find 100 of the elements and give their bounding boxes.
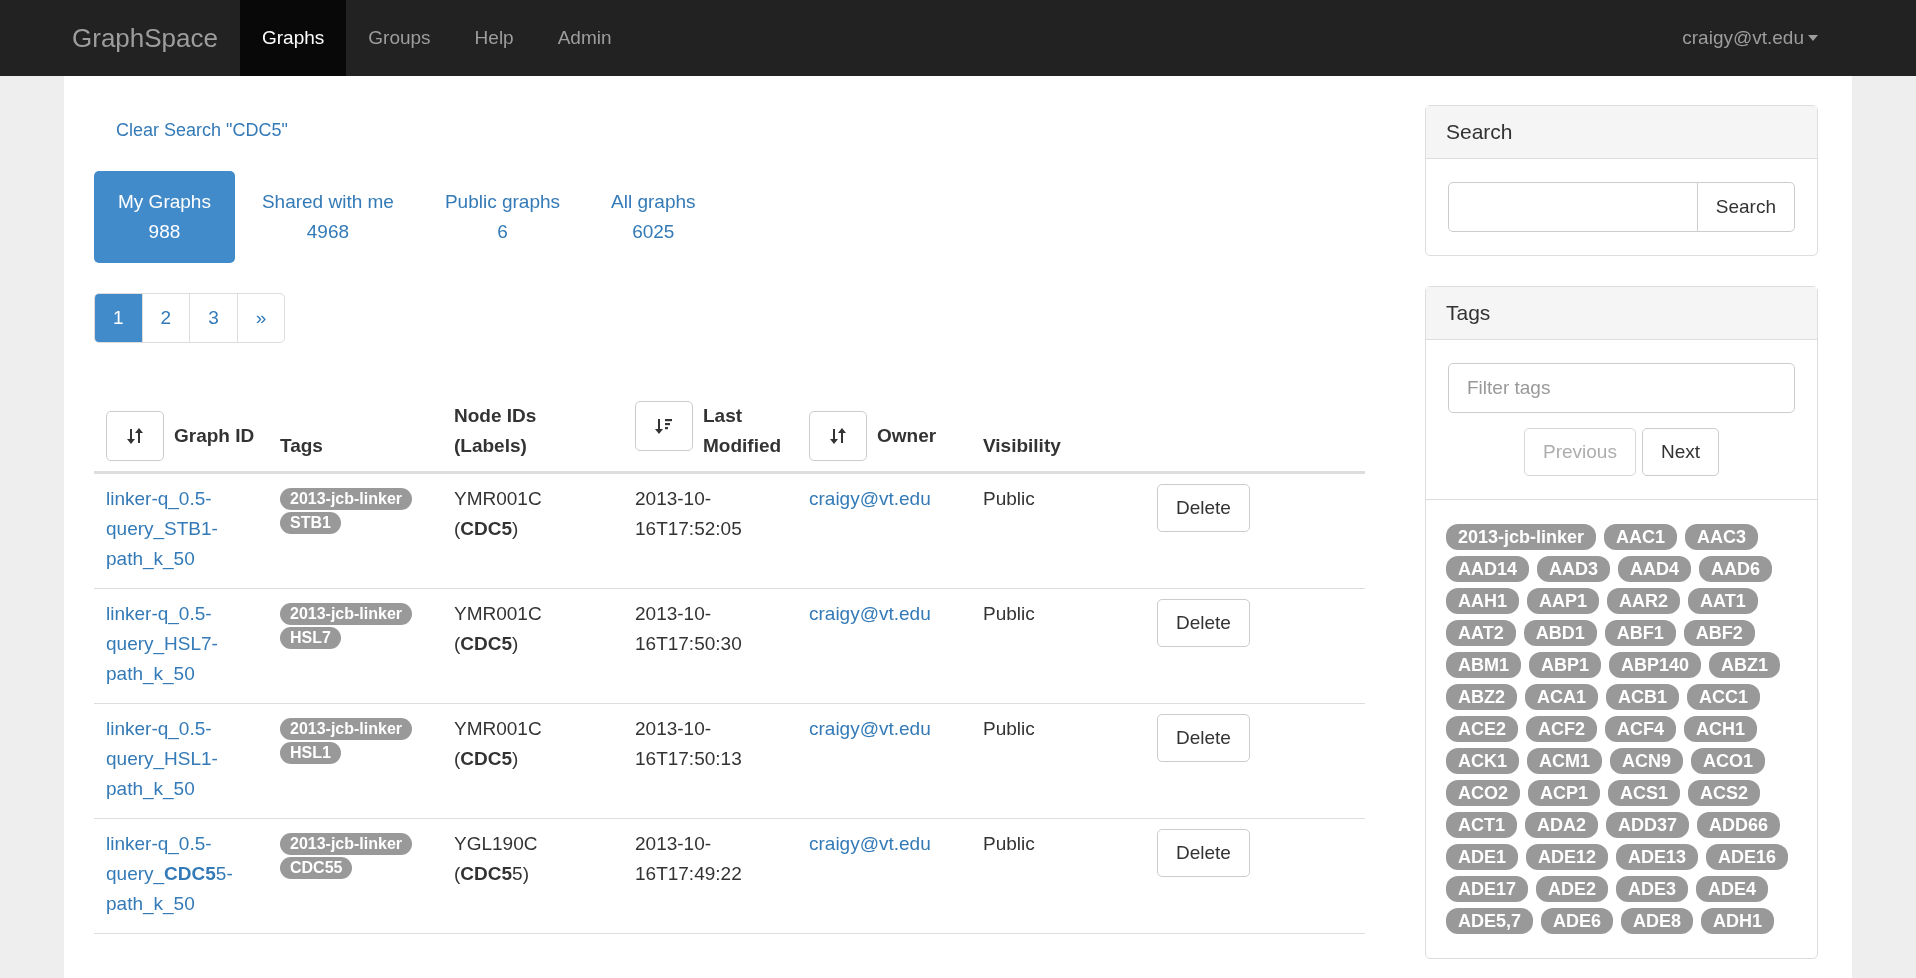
filter-tags-field[interactable]: Filter tags (1448, 363, 1795, 413)
tag-label[interactable]: ACF2 (1526, 716, 1598, 742)
tag-label[interactable]: ACT1 (1446, 812, 1517, 838)
tag-label[interactable]: ABP140 (1609, 652, 1702, 678)
tag-label[interactable]: ACC1 (1687, 684, 1761, 710)
tag-label[interactable]: ACF4 (1605, 716, 1677, 742)
tag-label[interactable]: ADE16 (1706, 844, 1789, 870)
tag-label[interactable]: AAD4 (1618, 556, 1692, 582)
tag-label[interactable]: AAD6 (1699, 556, 1773, 582)
tag-label[interactable]: HSL7 (280, 627, 341, 649)
tag-label[interactable]: ACO1 (1691, 748, 1766, 774)
node-label: (CDC55) (454, 862, 530, 886)
sort-button[interactable] (106, 411, 164, 461)
tag-label[interactable]: ADE8 (1621, 908, 1694, 934)
previous-button[interactable]: Previous (1524, 428, 1636, 476)
tag-label[interactable]: AAC1 (1604, 524, 1678, 550)
page-link[interactable]: 2 (141, 294, 190, 342)
tag-label[interactable]: AAD3 (1537, 556, 1611, 582)
search-button[interactable]: Search (1696, 182, 1795, 232)
tag-label[interactable]: ADE17 (1446, 876, 1529, 902)
tag-label[interactable]: ADE1 (1446, 844, 1518, 870)
graph-tab[interactable]: All graphs 6025 (587, 171, 720, 263)
tag-label[interactable]: ADE12 (1526, 844, 1609, 870)
tag-label[interactable]: ABM1 (1446, 652, 1521, 678)
graph-link[interactable]: linker-q_0.5-query_CDC55-path_k_50 (106, 829, 256, 919)
tag-label[interactable]: ACK1 (1446, 748, 1519, 774)
delete-button[interactable]: Delete (1157, 829, 1250, 877)
tag-label[interactable]: HSL1 (280, 742, 341, 764)
tag-label[interactable]: AAT1 (1688, 588, 1758, 614)
tag-label[interactable]: AAT2 (1446, 620, 1516, 646)
tag-label[interactable]: ADE3 (1616, 876, 1689, 902)
tag-label[interactable]: 2013-jcb-linker (280, 718, 413, 740)
tag-label[interactable]: ACS1 (1608, 780, 1681, 806)
graph-link[interactable]: linker-q_0.5-query_HSL7-path_k_50 (106, 599, 256, 689)
tag-label[interactable]: ABF1 (1604, 620, 1676, 646)
tag-label[interactable]: ACM1 (1527, 748, 1603, 774)
tag-label[interactable]: ACB1 (1606, 684, 1680, 710)
delete-button[interactable]: Delete (1157, 714, 1250, 762)
owner-link[interactable]: craigy@vt.edu (809, 603, 931, 624)
graph-link[interactable]: linker-q_0.5-query_HSL1-path_k_50 (106, 714, 256, 804)
tag-label[interactable]: ACE2 (1446, 716, 1518, 742)
tag-label[interactable]: ABZ2 (1446, 684, 1517, 710)
tag-label[interactable]: 2013-jcb-linker (280, 488, 413, 510)
graph-tab[interactable]: Public graphs 6 (420, 171, 585, 263)
user-menu[interactable]: craigy@vt.edu (1682, 0, 1852, 76)
tag-label[interactable]: AAR2 (1607, 588, 1681, 614)
tag-label[interactable]: 2013-jcb-linker (1446, 524, 1597, 550)
tag-label[interactable]: 2013-jcb-linker (280, 603, 413, 625)
tag-label[interactable]: STB1 (280, 512, 341, 534)
tag-label[interactable]: AAC3 (1685, 524, 1759, 550)
sort-button[interactable] (809, 411, 867, 461)
tag-label[interactable]: 2013-jcb-linker (280, 833, 413, 855)
owner-link[interactable]: craigy@vt.edu (809, 833, 931, 854)
sort-button[interactable] (635, 401, 693, 451)
column-header: Graph ID (174, 424, 255, 448)
tag-label[interactable]: ABF2 (1683, 620, 1755, 646)
tag-label[interactable]: ACP1 (1528, 780, 1601, 806)
tag-label[interactable]: ADE2 (1536, 876, 1609, 902)
tag-label[interactable]: ADE6 (1541, 908, 1614, 934)
tag-label[interactable]: ADD66 (1697, 812, 1781, 838)
nav-item[interactable]: Help (452, 0, 536, 76)
tag-label[interactable]: ADE5,7 (1446, 908, 1534, 934)
tag-label[interactable]: ACH1 (1684, 716, 1758, 742)
page-link[interactable]: 1 (95, 294, 142, 342)
tag-label[interactable]: ACN9 (1610, 748, 1684, 774)
tag-label[interactable]: ABZ1 (1709, 652, 1781, 678)
tag-label[interactable]: ACO2 (1446, 780, 1520, 806)
brand-link[interactable]: GraphSpace (72, 0, 240, 76)
tag-label[interactable]: ADD37 (1606, 812, 1690, 838)
tag-label[interactable]: ACS2 (1688, 780, 1761, 806)
tag-label[interactable]: ABP1 (1529, 652, 1602, 678)
tag-label[interactable]: CDC55 (280, 857, 353, 879)
tag-label[interactable]: ACA1 (1525, 684, 1599, 710)
graph-link[interactable]: linker-q_0.5-query_STB1-path_k_50 (106, 484, 256, 574)
node-id: YGL190C (454, 832, 539, 856)
owner-link[interactable]: craigy@vt.edu (809, 718, 931, 739)
owner-link[interactable]: craigy@vt.edu (809, 488, 931, 509)
tag-label[interactable]: ADA2 (1525, 812, 1599, 838)
clear-search-link[interactable]: Clear Search "CDC5" (116, 120, 288, 140)
next-button[interactable]: Next (1641, 428, 1719, 476)
tag-label[interactable]: AAP1 (1527, 588, 1600, 614)
node-id: YMR001C (454, 487, 543, 511)
page-link[interactable]: 3 (189, 294, 237, 342)
graph-tab[interactable]: My Graphs 988 (94, 171, 235, 263)
nav-item[interactable]: Graphs (240, 0, 347, 76)
search-field[interactable] (1448, 182, 1698, 232)
delete-button[interactable]: Delete (1157, 599, 1250, 647)
tag-label[interactable]: AAH1 (1446, 588, 1519, 614)
tag-label[interactable]: AAD14 (1446, 556, 1530, 582)
tag-label[interactable]: ADE13 (1616, 844, 1699, 870)
nav-item[interactable]: Admin (535, 0, 634, 76)
tag-label[interactable]: ADE4 (1696, 876, 1769, 902)
tag-label[interactable]: ADH1 (1701, 908, 1775, 934)
panel-title: Search (1426, 106, 1817, 159)
modified-date: 2013-10-16T17:50:13 (635, 717, 743, 771)
tag-label[interactable]: ABD1 (1523, 620, 1597, 646)
page-link[interactable]: » (236, 294, 285, 342)
delete-button[interactable]: Delete (1157, 484, 1250, 532)
nav-item[interactable]: Groups (346, 0, 453, 76)
graph-tab[interactable]: Shared with me 4968 (237, 171, 418, 263)
